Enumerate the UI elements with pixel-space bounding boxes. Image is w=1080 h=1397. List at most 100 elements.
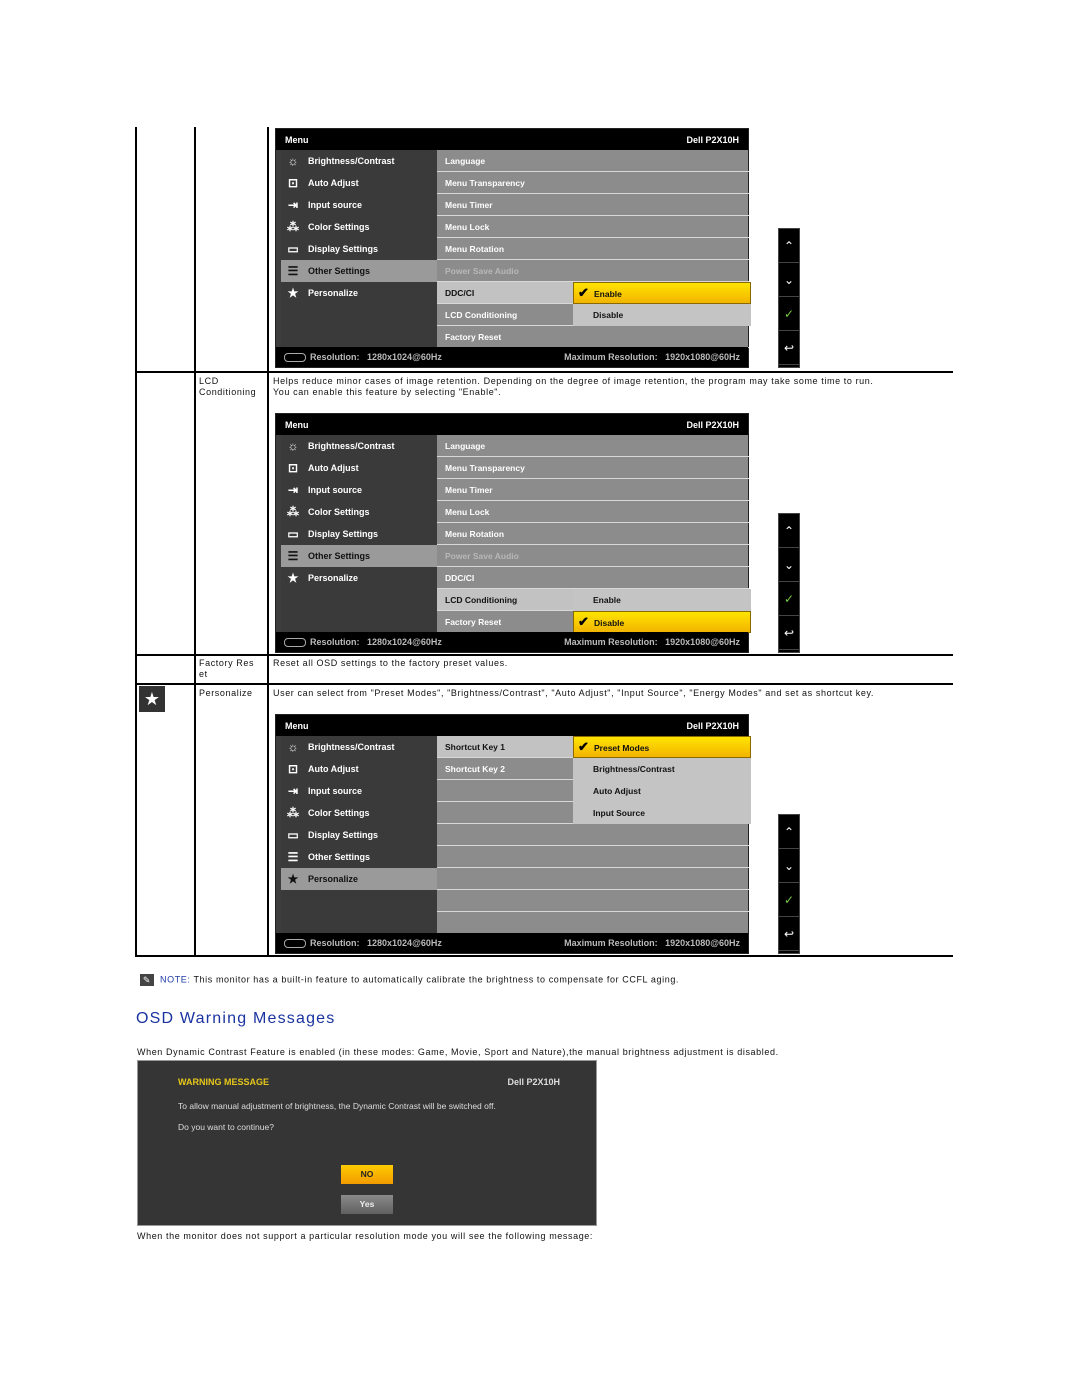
osd-submenu-item-label: Factory Reset bbox=[445, 332, 502, 342]
back-icon[interactable]: ↩ bbox=[779, 331, 799, 365]
osd-option-input-source[interactable]: Input Source bbox=[573, 802, 751, 824]
osd-submenu-item-label: Menu Timer bbox=[445, 200, 493, 210]
osd-menu-title: Menu bbox=[285, 721, 309, 731]
input-source-icon: ⇥ bbox=[287, 198, 299, 212]
star-icon: ★ bbox=[287, 872, 299, 886]
osd-submenu-item[interactable]: Menu Timer bbox=[437, 479, 749, 501]
osd-option-enable[interactable]: ✔ Enable bbox=[573, 282, 751, 304]
osd-menu-item-input-source[interactable]: ⇥ Input source bbox=[281, 479, 437, 501]
osd-menu-item-label: Display Settings bbox=[308, 244, 379, 254]
brightness-icon: ☼ bbox=[287, 439, 299, 453]
osd-empty-row bbox=[437, 780, 573, 802]
check-icon: ✔ bbox=[578, 614, 589, 629]
osd-screenshot-personalize: Menu Dell P2X10H ☼ Brightness/Contrast ⊡ Au… bbox=[275, 714, 751, 954]
table-row-divider-3 bbox=[135, 683, 953, 685]
check-icon[interactable]: ✓ bbox=[779, 883, 799, 917]
osd-submenu-item[interactable]: Menu Transparency bbox=[437, 172, 749, 194]
up-arrow-icon[interactable]: ⌃ bbox=[779, 815, 799, 849]
osd-menu-item-label: Input source bbox=[308, 786, 363, 796]
osd-menu-item-personalize[interactable]: ★ Personalize bbox=[281, 282, 437, 304]
osd-menu-item-color-settings[interactable]: ⁂ Color Settings bbox=[281, 216, 437, 238]
osd-option-disable[interactable]: ✔ Disable bbox=[573, 611, 751, 633]
osd-option-label: Auto Adjust bbox=[593, 786, 641, 796]
osd-menu-item-label: Auto Adjust bbox=[308, 463, 359, 473]
up-arrow-icon[interactable]: ⌃ bbox=[779, 229, 799, 263]
check-icon[interactable]: ✓ bbox=[779, 582, 799, 616]
max-resolution-label: Maximum Resolution: bbox=[564, 637, 658, 647]
osd-option-label: Disable bbox=[593, 310, 624, 320]
osd-menu-item-other-settings[interactable]: ☰ Other Settings bbox=[281, 260, 437, 282]
osd-menu-item-input-source[interactable]: ⇥ Input source bbox=[281, 194, 437, 216]
max-resolution-value: 1920x1080@60Hz bbox=[665, 637, 740, 647]
osd-menu-item-other-settings[interactable]: ☰ Other Settings bbox=[281, 846, 437, 868]
osd-shortcut-key-item[interactable]: Shortcut Key 1 bbox=[437, 736, 573, 758]
check-icon[interactable]: ✓ bbox=[779, 297, 799, 331]
osd-nav-buttons: ⌃ ⌄ ✓ ↩ bbox=[778, 814, 800, 954]
osd-menu-item-color-settings[interactable]: ⁂ Color Settings bbox=[281, 802, 437, 824]
osd-menu-item-auto-adjust[interactable]: ⊡ Auto Adjust bbox=[281, 457, 437, 479]
osd-menu-item-other-settings[interactable]: ☰ Other Settings bbox=[281, 545, 437, 567]
osd-menu-item-brightness-contrast[interactable]: ☼ Brightness/Contrast bbox=[281, 150, 437, 172]
section-title-osd-warning-messages: OSD Warning Messages bbox=[136, 1010, 336, 1027]
osd-submenu-item[interactable]: DDC/CI bbox=[437, 282, 573, 304]
osd-submenu-item[interactable]: Factory Reset bbox=[437, 326, 749, 348]
osd-option-preset-modes[interactable]: ✔ Preset Modes bbox=[573, 736, 751, 758]
osd-option-auto-adjust[interactable]: Auto Adjust bbox=[573, 780, 751, 802]
row-name-lcd-conditioning: LCD Conditioning bbox=[199, 376, 265, 398]
osd-menu-item-personalize[interactable]: ★ Personalize bbox=[281, 567, 437, 589]
osd-option-disable[interactable]: Disable bbox=[573, 304, 751, 326]
osd-menu-item-display-settings[interactable]: ▭ Display Settings bbox=[281, 824, 437, 846]
osd-submenu-item[interactable]: Menu Rotation bbox=[437, 238, 749, 260]
back-icon[interactable]: ↩ bbox=[779, 616, 799, 650]
osd-submenu-item[interactable]: Power Save Audio bbox=[437, 260, 749, 282]
osd-menu-item-auto-adjust[interactable]: ⊡ Auto Adjust bbox=[281, 758, 437, 780]
osd-submenu-item[interactable]: LCD Conditioning bbox=[437, 589, 573, 611]
color-settings-icon: ⁂ bbox=[287, 806, 299, 820]
table-border-left bbox=[135, 127, 137, 957]
display-settings-icon: ▭ bbox=[287, 828, 299, 842]
down-arrow-icon[interactable]: ⌄ bbox=[779, 548, 799, 582]
osd-submenu-item[interactable]: Menu Lock bbox=[437, 216, 749, 238]
osd-submenu-item[interactable]: Language bbox=[437, 150, 749, 172]
osd-shortcut-key-item[interactable]: Shortcut Key 2 bbox=[437, 758, 573, 780]
down-arrow-icon[interactable]: ⌄ bbox=[779, 849, 799, 883]
osd-menu-item-display-settings[interactable]: ▭ Display Settings bbox=[281, 238, 437, 260]
osd-menu-item-personalize[interactable]: ★ Personalize bbox=[281, 868, 437, 890]
warning-no-button[interactable]: NO bbox=[341, 1165, 393, 1184]
osd-menu-item-auto-adjust[interactable]: ⊡ Auto Adjust bbox=[281, 172, 437, 194]
warning-dialog-screenshot: WARNING MESSAGE Dell P2X10H To allow man… bbox=[137, 1060, 597, 1226]
check-icon: ✔ bbox=[578, 285, 589, 300]
warning-yes-button[interactable]: Yes bbox=[341, 1195, 393, 1214]
osd-nav-buttons: ⌃ ⌄ ✓ ↩ bbox=[778, 228, 800, 368]
osd-menu-item-brightness-contrast[interactable]: ☼ Brightness/Contrast bbox=[281, 435, 437, 457]
osd-submenu-item-label: Menu Timer bbox=[445, 485, 493, 495]
osd-submenu-item[interactable]: Menu Transparency bbox=[437, 457, 749, 479]
osd-submenu-item[interactable]: Power Save Audio bbox=[437, 545, 749, 567]
osd-submenu-item-label: Menu Transparency bbox=[445, 463, 525, 473]
table-border-bottom bbox=[135, 955, 953, 957]
table-col-divider-1 bbox=[194, 127, 196, 957]
max-resolution-label: Maximum Resolution: bbox=[564, 352, 658, 362]
osd-submenu-item[interactable]: Language bbox=[437, 435, 749, 457]
back-icon[interactable]: ↩ bbox=[779, 917, 799, 951]
down-arrow-icon[interactable]: ⌄ bbox=[779, 263, 799, 297]
osd-option-enable[interactable]: Enable bbox=[573, 589, 751, 611]
osd-header: Menu Dell P2X10H bbox=[276, 414, 748, 435]
note-label: NOTE: bbox=[160, 974, 191, 985]
osd-option-brightness-contrast[interactable]: Brightness/Contrast bbox=[573, 758, 751, 780]
osd-empty-row bbox=[437, 890, 749, 912]
osd-menu-item-input-source[interactable]: ⇥ Input source bbox=[281, 780, 437, 802]
osd-submenu-item[interactable]: Menu Lock bbox=[437, 501, 749, 523]
osd-submenu-item[interactable]: DDC/CI bbox=[437, 567, 749, 589]
osd-menu-item-display-settings[interactable]: ▭ Display Settings bbox=[281, 523, 437, 545]
auto-adjust-icon: ⊡ bbox=[287, 762, 299, 776]
osd-menu-item-color-settings[interactable]: ⁂ Color Settings bbox=[281, 501, 437, 523]
up-arrow-icon[interactable]: ⌃ bbox=[779, 514, 799, 548]
display-settings-icon: ▭ bbox=[287, 242, 299, 256]
row-name-factory-reset: Factory Res et bbox=[199, 658, 265, 680]
row-desc-factory-reset: Reset all OSD settings to the factory pr… bbox=[273, 658, 508, 668]
row-name-personalize: Personalize bbox=[199, 688, 253, 698]
osd-submenu-item[interactable]: Menu Rotation bbox=[437, 523, 749, 545]
osd-submenu-item[interactable]: Menu Timer bbox=[437, 194, 749, 216]
osd-menu-item-brightness-contrast[interactable]: ☼ Brightness/Contrast bbox=[281, 736, 437, 758]
